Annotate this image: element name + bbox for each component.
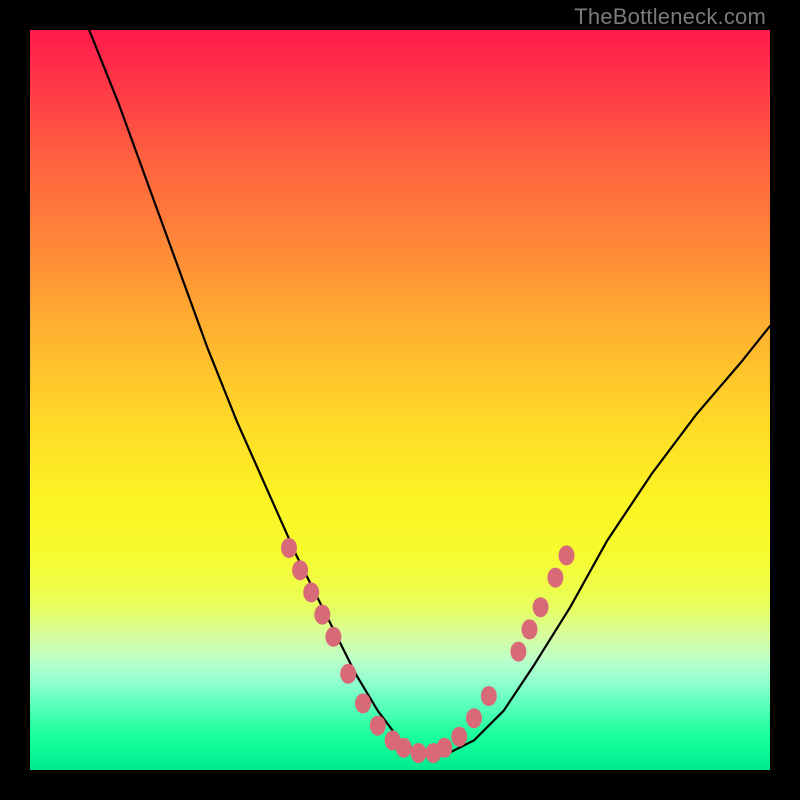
bead-marker (533, 597, 549, 617)
bead-marker (451, 727, 467, 747)
bead-marker (303, 582, 319, 602)
bead-marker (466, 708, 482, 728)
gradient-plot-area (30, 30, 770, 770)
bead-marker (510, 642, 526, 662)
bead-marker (370, 716, 386, 736)
bead-group (281, 538, 575, 763)
curve-svg (30, 30, 770, 770)
bead-marker (355, 693, 371, 713)
bead-marker (559, 545, 575, 565)
bead-marker (547, 568, 563, 588)
bead-marker (325, 627, 341, 647)
bead-marker (436, 738, 452, 758)
bead-marker (281, 538, 297, 558)
bead-marker (481, 686, 497, 706)
bottleneck-curve (89, 30, 770, 755)
bead-marker (411, 743, 427, 763)
watermark-text: TheBottleneck.com (574, 4, 766, 30)
bead-marker (396, 738, 412, 758)
outer-frame: TheBottleneck.com (0, 0, 800, 800)
bead-marker (522, 619, 538, 639)
bead-marker (292, 560, 308, 580)
bead-marker (340, 664, 356, 684)
bead-marker (314, 605, 330, 625)
